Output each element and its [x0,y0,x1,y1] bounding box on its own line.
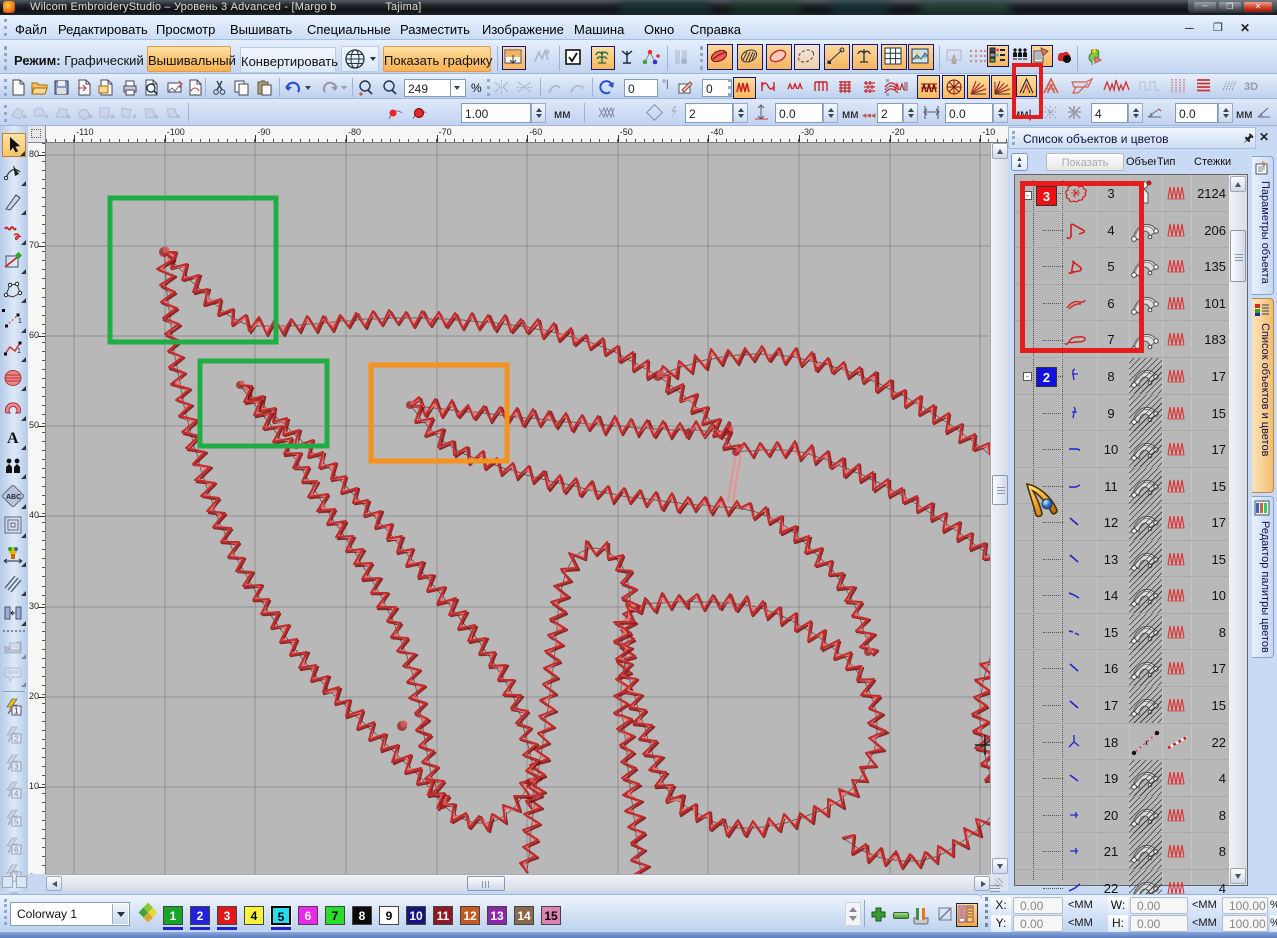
svg-text:A: A [7,430,19,447]
svg-text:ABC: ABC [6,494,21,501]
svg-text:2: 2 [14,735,19,744]
svg-text:1: 1 [14,707,19,716]
svg-text:5: 5 [14,818,19,827]
svg-text:3: 3 [14,763,19,772]
svg-text:4: 4 [14,790,19,799]
svg-text:6: 6 [14,846,19,855]
svg-text:1: 1 [18,318,22,325]
svg-text:1: 1 [17,348,21,355]
